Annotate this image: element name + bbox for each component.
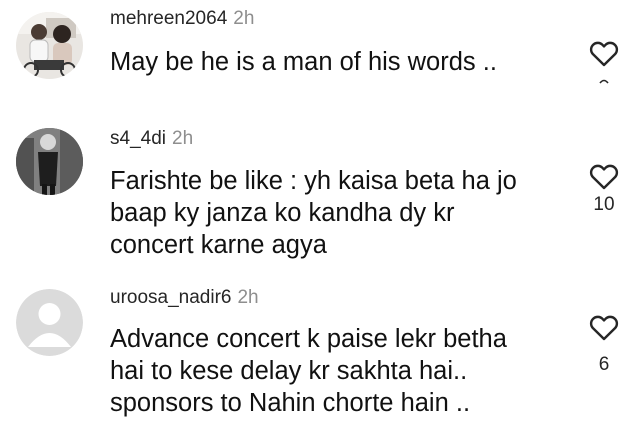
comment-time: 2h xyxy=(172,128,194,149)
comment-item: mehreen2064 2h May be he is a man of his … xyxy=(0,0,640,110)
comment-item: s4_4di 2h Farishte be like : yh kaisa bet… xyxy=(0,110,640,280)
heart-outline-icon[interactable] xyxy=(586,36,622,70)
comment-time: 2h xyxy=(237,287,259,308)
comment-username[interactable]: uroosa_nadir6 xyxy=(110,287,231,308)
user-avatar[interactable] xyxy=(16,128,83,195)
comment-text: Farishte be like : yh kaisa beta ha jo b… xyxy=(110,167,517,259)
comments-list: mehreen2064 2h May be he is a man of his … xyxy=(0,0,640,431)
comment-meta: uroosa_nadir6 2h xyxy=(110,286,259,310)
comment-username[interactable]: mehreen2064 xyxy=(110,8,227,29)
heart-outline-icon[interactable] xyxy=(586,310,622,344)
comment-text: Advance concert k paise lekr betha hai t… xyxy=(110,325,507,417)
comment-username[interactable]: s4_4di xyxy=(110,128,166,149)
comment-meta: mehreen2064 2h xyxy=(110,7,254,31)
default-avatar[interactable] xyxy=(16,289,83,356)
comment-meta: s4_4di 2h xyxy=(110,127,193,151)
likes-count-partial xyxy=(599,79,609,84)
heart-outline-icon[interactable] xyxy=(586,159,622,193)
like-count: 6 xyxy=(598,354,610,375)
comment-time: 2h xyxy=(233,8,255,29)
user-avatar[interactable] xyxy=(16,12,83,79)
like-count: 10 xyxy=(593,194,615,215)
comment-text: May be he is a man of his words .. xyxy=(110,48,497,76)
comment-item: uroosa_nadir6 2h Advance concert k paise … xyxy=(0,280,640,431)
